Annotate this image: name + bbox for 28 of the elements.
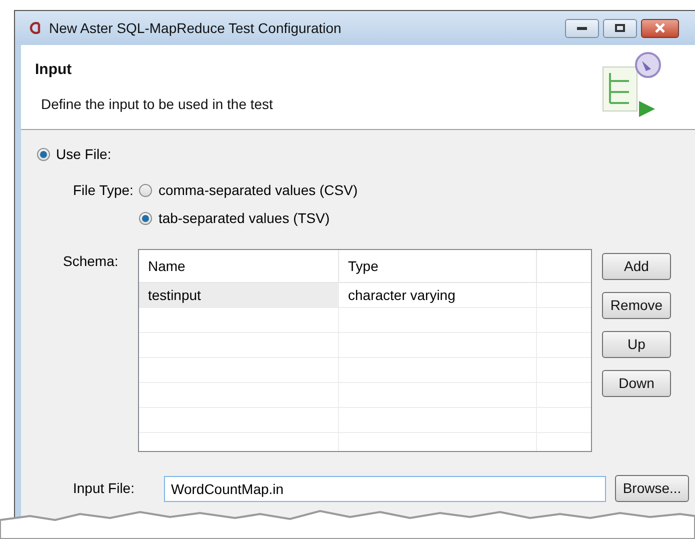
maximize-button[interactable]	[603, 18, 637, 38]
column-header[interactable]: Name	[139, 250, 339, 282]
push-button[interactable]: Down	[602, 370, 671, 397]
table-row[interactable]: testinput character varying	[139, 283, 591, 308]
input-field[interactable]: WordCountMap.in	[164, 476, 606, 502]
field-label: File Type:	[73, 181, 134, 200]
field-label: Schema:	[62, 252, 120, 271]
app-logo-icon	[27, 22, 41, 34]
minimize-button[interactable]	[565, 18, 599, 38]
field-label: Input File:	[73, 479, 136, 498]
push-button[interactable]: Remove	[602, 292, 671, 319]
radio-label: tab-separated values (TSV)	[158, 209, 330, 227]
column-header[interactable]: Type	[339, 250, 537, 282]
radio-button[interactable]	[139, 212, 152, 224]
close-button[interactable]	[641, 18, 679, 38]
table-cell: testinput	[139, 283, 339, 307]
push-button[interactable]: Up	[602, 331, 671, 358]
window-title: New Aster SQL-MapReduce Test Configuration	[49, 18, 342, 38]
page-title: Input	[35, 60, 73, 80]
radio-button[interactable]	[139, 184, 152, 196]
close-icon	[654, 23, 666, 33]
radio-button[interactable]	[37, 148, 50, 161]
table-cell: character varying	[339, 283, 537, 307]
radio-label: Use File:	[56, 145, 112, 164]
page-description: Define the input to be used in the test	[40, 94, 273, 114]
push-button[interactable]: Browse...	[615, 475, 689, 502]
push-button[interactable]: Add	[602, 253, 671, 280]
radio-label: comma-separated values (CSV)	[158, 181, 358, 199]
